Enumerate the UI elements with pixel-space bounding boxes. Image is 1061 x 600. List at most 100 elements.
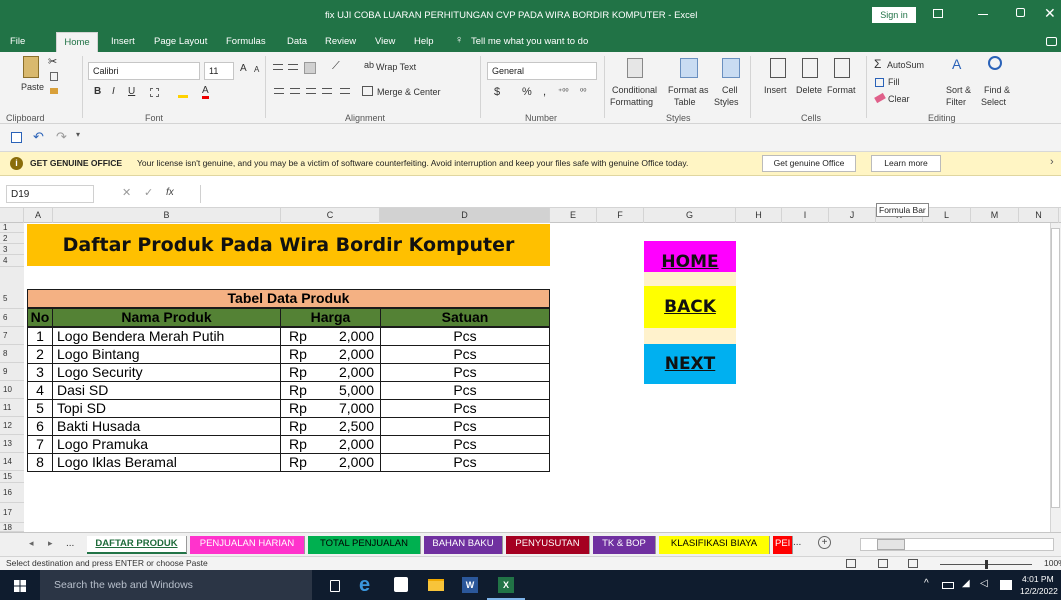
sort-filter-icon[interactable]: A <box>952 56 961 72</box>
page-break-view-icon[interactable] <box>908 559 918 568</box>
zoom-level[interactable]: 100% <box>1044 558 1061 568</box>
autosum-button[interactable]: AutoSum <box>887 60 924 70</box>
cell-no[interactable]: 6 <box>27 417 53 436</box>
underline-button[interactable]: U <box>128 86 135 97</box>
find-select-button[interactable]: Find & <box>984 85 1010 95</box>
cell-satuan[interactable]: Pcs <box>380 399 550 418</box>
format-cells-button[interactable]: Format <box>827 85 856 95</box>
banner-title[interactable]: Daftar Produk Pada Wira Bordir Komputer <box>27 224 550 266</box>
tab-help[interactable]: Help <box>414 36 434 47</box>
row-header[interactable]: 3 <box>0 244 24 255</box>
comma-button[interactable]: , <box>543 86 546 98</box>
cut-icon[interactable]: ✂ <box>48 55 57 68</box>
minimize-icon[interactable] <box>978 14 988 15</box>
orientation-icon[interactable]: ⟋ <box>332 60 340 73</box>
tab-page-layout[interactable]: Page Layout <box>154 36 207 47</box>
align-center-icon[interactable] <box>290 88 300 94</box>
tab-home[interactable]: Home <box>56 32 98 52</box>
row-header[interactable]: 8 <box>0 345 24 363</box>
network-icon[interactable]: ◢ <box>962 578 970 589</box>
align-left-icon[interactable] <box>274 88 284 94</box>
comments-icon[interactable] <box>1046 37 1057 46</box>
windows-start-icon[interactable] <box>14 580 26 592</box>
cell-satuan[interactable]: Pcs <box>380 327 550 346</box>
tab-formulas[interactable]: Formulas <box>226 36 266 47</box>
task-view-icon[interactable] <box>330 580 340 592</box>
file-explorer-icon[interactable] <box>428 579 444 591</box>
header-no[interactable]: No <box>27 308 53 327</box>
copy-icon[interactable] <box>50 72 58 81</box>
cell-satuan[interactable]: Pcs <box>380 345 550 364</box>
sheet-tab[interactable]: PEI <box>773 536 793 554</box>
get-genuine-office-button[interactable]: Get genuine Office <box>762 155 856 172</box>
row-header[interactable]: 10 <box>0 381 24 399</box>
align-right-icon[interactable] <box>306 88 316 94</box>
row-header[interactable]: 16 <box>0 483 24 503</box>
col-header-c[interactable]: C <box>281 208 380 223</box>
cell-satuan[interactable]: Pcs <box>380 363 550 382</box>
cell-styles-icon[interactable] <box>722 58 740 78</box>
fill-icon[interactable] <box>875 78 884 87</box>
col-header-e[interactable]: E <box>550 208 597 223</box>
align-middle-icon[interactable] <box>288 64 298 70</box>
increase-decimal-icon[interactable]: ⁺⁰⁰ <box>558 87 569 96</box>
select-all-corner[interactable] <box>0 208 24 223</box>
more-sheets-left[interactable]: ... <box>66 538 74 549</box>
tab-data[interactable]: Data <box>287 36 307 47</box>
cell-rp[interactable]: Rp <box>280 453 328 472</box>
merge-center-icon[interactable] <box>362 86 373 96</box>
redo-icon[interactable]: ↷ <box>56 129 67 145</box>
number-format-dropdown[interactable]: General <box>487 62 597 80</box>
more-sheets-right[interactable]: ... <box>793 537 801 548</box>
cell-rp[interactable]: Rp <box>280 435 328 454</box>
col-header-d[interactable]: D <box>380 208 550 223</box>
cell-no[interactable]: 7 <box>27 435 53 454</box>
insert-cells-icon[interactable] <box>770 58 786 78</box>
row-header[interactable]: 1 <box>0 223 24 233</box>
cell-harga[interactable]: 5,000 <box>327 381 381 400</box>
bold-button[interactable]: B <box>94 86 101 97</box>
cell-no[interactable]: 2 <box>27 345 53 364</box>
cell-harga[interactable]: 2,500 <box>327 417 381 436</box>
col-header-l[interactable]: L <box>923 208 971 223</box>
format-as-table-button[interactable]: Format as <box>668 85 709 95</box>
row-header[interactable]: 14 <box>0 453 24 471</box>
row-header[interactable]: 15 <box>0 471 24 483</box>
paste-icon[interactable] <box>23 56 39 78</box>
tab-insert[interactable]: Insert <box>111 36 135 47</box>
paste-button[interactable]: Paste <box>21 82 44 92</box>
cell-satuan[interactable]: Pcs <box>380 417 550 436</box>
row-header[interactable]: 9 <box>0 363 24 381</box>
tab-view[interactable]: View <box>375 36 395 47</box>
cell-nama-produk[interactable]: Logo Bintang <box>52 345 281 364</box>
row-header[interactable]: 11 <box>0 399 24 417</box>
row-header[interactable]: 18 <box>0 523 24 532</box>
align-bottom-icon[interactable] <box>304 62 316 74</box>
cell-harga[interactable]: 2,000 <box>327 363 381 382</box>
row-header[interactable]: 17 <box>0 503 24 523</box>
formula-input[interactable] <box>200 185 1058 203</box>
zoom-slider-thumb[interactable] <box>985 560 988 569</box>
tell-me-search[interactable]: Tell me what you want to do <box>471 36 588 47</box>
close-icon[interactable]: ✕ <box>1044 5 1056 22</box>
cell-rp[interactable]: Rp <box>280 399 328 418</box>
word-icon[interactable]: W <box>462 577 478 593</box>
row-header[interactable]: 6 <box>0 309 24 327</box>
next-button[interactable]: NEXT <box>644 344 736 384</box>
row-header[interactable]: 5 <box>0 289 24 309</box>
font-size-dropdown[interactable]: 11 <box>204 62 234 80</box>
cell-rp[interactable]: Rp <box>280 363 328 382</box>
excel-icon[interactable]: X <box>498 577 514 593</box>
sign-in-button[interactable]: Sign in <box>872 7 916 23</box>
cell-no[interactable]: 5 <box>27 399 53 418</box>
row-header[interactable]: 13 <box>0 435 24 453</box>
cell-satuan[interactable]: Pcs <box>380 435 550 454</box>
cell-no[interactable]: 8 <box>27 453 53 472</box>
header-harga[interactable]: Harga <box>280 308 381 327</box>
enter-icon[interactable]: ✓ <box>144 186 153 199</box>
header-nama-produk[interactable]: Nama Produk <box>52 308 281 327</box>
sort-filter-button[interactable]: Sort & <box>946 85 971 95</box>
page-layout-view-icon[interactable] <box>878 559 888 568</box>
merge-center-button[interactable]: Merge & Center <box>377 87 441 97</box>
cell-rp[interactable]: Rp <box>280 345 328 364</box>
